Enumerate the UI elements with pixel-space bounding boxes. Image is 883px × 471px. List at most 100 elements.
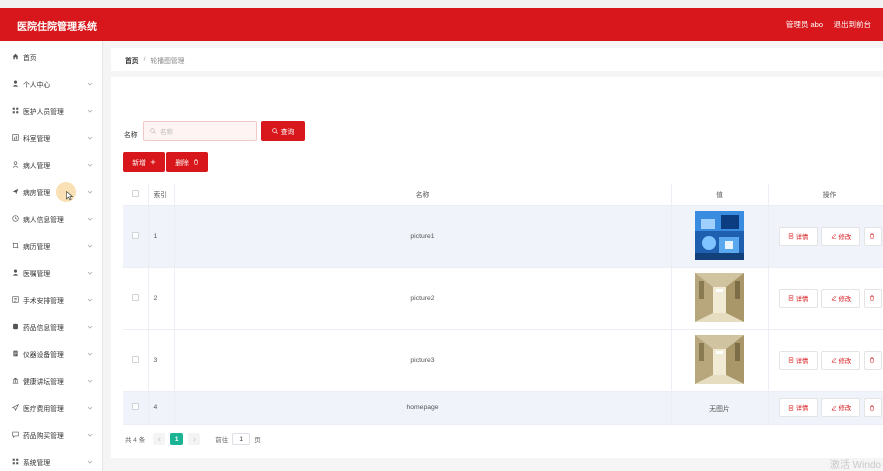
row-checkbox[interactable] (131, 355, 139, 363)
row-ops: 详情 修改 (768, 329, 883, 392)
next-page-button[interactable] (188, 433, 201, 445)
search-icon (150, 128, 156, 134)
chevron-down-icon (87, 136, 93, 140)
select-all-checkbox[interactable] (131, 189, 139, 197)
sidebar-item-label: 药品信息管理 (23, 324, 64, 332)
home-icon (11, 53, 19, 61)
admin-user-label[interactable]: 管理员 abo (786, 19, 823, 30)
list-icon (11, 296, 19, 304)
goto-label: 前往 (215, 437, 229, 444)
sidebar-item-medical-fees[interactable]: 医疗费用管理 (0, 394, 102, 421)
trash-icon (870, 233, 875, 239)
sidebar-item-equipment[interactable]: 仪器设备管理 (0, 340, 102, 367)
sidebar-item-system[interactable]: 系统管理 (0, 448, 102, 471)
row-select-cell (123, 267, 149, 330)
row-checkbox[interactable] (131, 403, 139, 410)
goto-page-input[interactable]: 1 (232, 433, 251, 445)
sidebar-item-records[interactable]: 病历管理 (0, 232, 102, 259)
row-value: 无图片 (671, 391, 769, 425)
row-ops: 详情 修改 (768, 391, 883, 425)
thumbnail-image[interactable] (695, 210, 744, 260)
document-icon (788, 295, 793, 301)
sidebar-item-label: 手术安排管理 (23, 297, 64, 305)
delete-row-button[interactable] (864, 226, 883, 246)
sidebar-item-patient[interactable]: 病人管理 (0, 151, 102, 178)
search-input[interactable]: 名称 (143, 121, 257, 141)
pencil-icon (831, 357, 836, 363)
add-button[interactable]: 新增 (123, 152, 165, 172)
browser-top-strip (0, 0, 883, 8)
row-index: 2 (148, 267, 175, 330)
detail-button[interactable]: 详情 (778, 288, 818, 308)
edit-button[interactable]: 修改 (821, 398, 861, 417)
detail-button[interactable]: 详情 (778, 398, 818, 417)
row-checkbox[interactable] (131, 231, 139, 239)
detail-button[interactable]: 详情 (778, 226, 818, 246)
edit-button[interactable]: 修改 (821, 350, 861, 370)
chevron-down-icon (87, 163, 93, 167)
grid-icon (11, 107, 19, 115)
chevron-down-icon (87, 244, 93, 248)
sidebar-item-home[interactable]: 首页 (0, 43, 102, 70)
row-value-cell (671, 267, 769, 330)
sidebar-item-label: 个人中心 (23, 81, 51, 89)
sidebar-item-drug-info[interactable]: 药品信息管理 (0, 313, 102, 340)
pencil-icon (831, 295, 836, 301)
os-activation-watermark: 激活 Windo (829, 460, 881, 471)
sidebar-item-label: 病历管理 (23, 243, 51, 251)
page-number-current[interactable]: 1 (170, 433, 184, 445)
chevron-down-icon (87, 109, 93, 113)
detail-label: 详情 (795, 295, 809, 303)
thumbnail-image[interactable] (695, 272, 744, 322)
user-icon (11, 269, 19, 277)
mouse-cursor-icon (66, 191, 74, 201)
edit-button[interactable]: 修改 (821, 288, 861, 308)
sidebar-item-label: 仪器设备管理 (23, 351, 64, 359)
pagination: 共 4 条 1 前往 1 页 (125, 433, 261, 445)
chevron-down-icon (87, 271, 93, 275)
sidebar-item-patient-info[interactable]: 病人信息管理 (0, 205, 102, 232)
table-row: 3 picture3 详情 修改 (123, 329, 883, 392)
row-index: 1 (148, 205, 175, 268)
send-icon (11, 404, 19, 412)
sidebar-item-health-lecture[interactable]: 健康讲坛管理 (0, 367, 102, 394)
logout-link[interactable]: 退出到前台 (834, 19, 872, 30)
delete-row-button[interactable] (864, 350, 883, 370)
chevron-down-icon (87, 190, 93, 194)
sidebar-item-department[interactable]: 科室管理 (0, 124, 102, 151)
select-all-cell (123, 184, 149, 206)
sidebar-item-staff[interactable]: 医护人员管理 (0, 97, 102, 124)
query-button[interactable]: 查询 (261, 121, 305, 141)
delete-row-button[interactable] (864, 288, 883, 308)
sidebar-item-orders[interactable]: 医嘱管理 (0, 259, 102, 286)
header-value: 值 (671, 184, 769, 206)
sidebar-item-label: 医疗费用管理 (23, 405, 64, 413)
bank-icon (11, 377, 19, 385)
edit-button[interactable]: 修改 (821, 226, 861, 246)
search-icon (271, 128, 278, 134)
sidebar-item-ward[interactable]: 病房管理 (0, 178, 102, 205)
document-icon (11, 350, 19, 358)
chevron-down-icon (87, 433, 93, 437)
breadcrumb: 首页 / 轮播图管理 (111, 48, 883, 71)
sidebar-item-label: 药品购买管理 (23, 432, 64, 440)
chevron-down-icon (87, 217, 93, 221)
sidebar-item-profile[interactable]: 个人中心 (0, 70, 102, 97)
sidebar-item-drug-purchase[interactable]: 药品购买管理 (0, 421, 102, 448)
app-title: 医院住院管理系统 (17, 22, 97, 33)
breadcrumb-home[interactable]: 首页 (125, 55, 139, 65)
row-checkbox[interactable] (131, 293, 139, 301)
delete-button-label: 删除 (175, 160, 189, 167)
header-index: 索引 (148, 184, 175, 206)
delete-button[interactable]: 删除 (166, 152, 208, 172)
row-value-cell (671, 329, 769, 392)
sidebar-item-label: 科室管理 (23, 135, 51, 143)
detail-button[interactable]: 详情 (778, 350, 818, 370)
prev-page-button[interactable] (153, 433, 166, 445)
delete-row-button[interactable] (864, 398, 883, 417)
query-button-label: 查询 (280, 129, 295, 136)
header-ops: 操作 (768, 184, 883, 206)
edit-label: 修改 (838, 295, 852, 303)
thumbnail-image[interactable] (695, 334, 744, 384)
sidebar-item-surgery[interactable]: 手术安排管理 (0, 286, 102, 313)
